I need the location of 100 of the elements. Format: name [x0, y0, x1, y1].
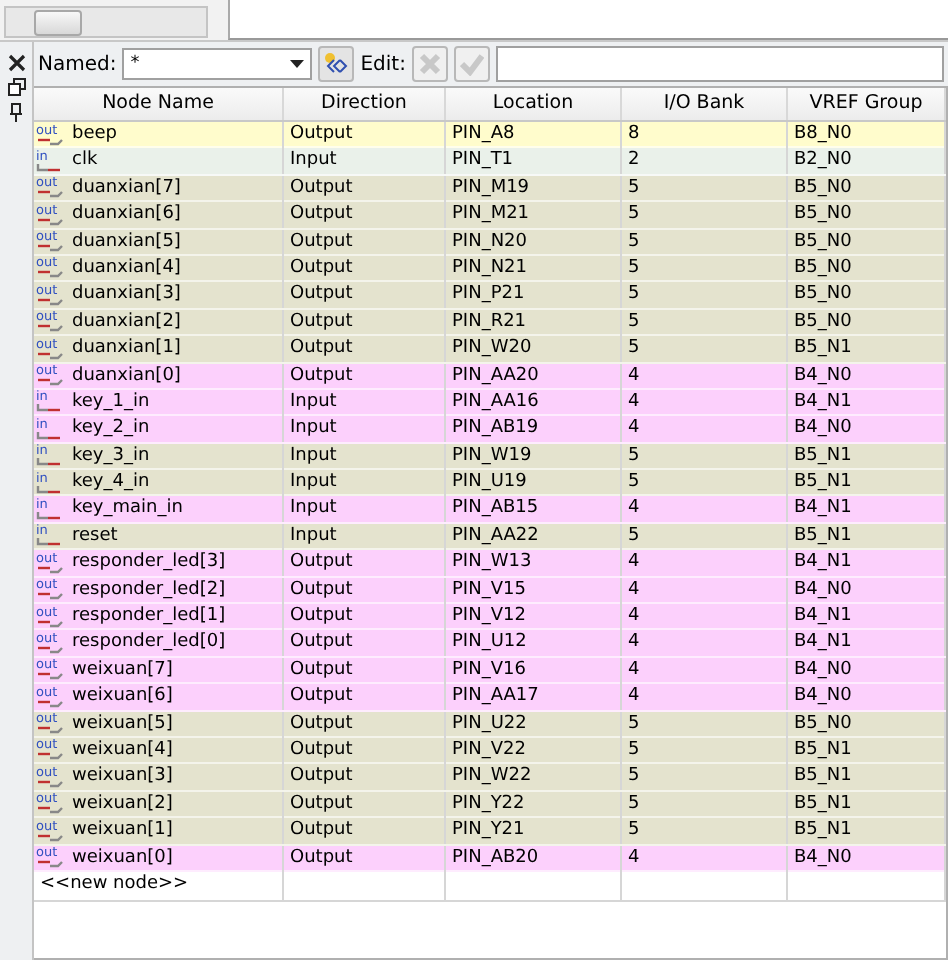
horizontal-scrollbar[interactable] — [4, 6, 208, 38]
table-cell: 4 — [622, 684, 788, 711]
input-pin-icon — [36, 509, 64, 522]
edit-label: Edit: — [360, 53, 406, 75]
table-cell: weixuan[0] — [72, 845, 173, 872]
output-pin-icon — [36, 376, 64, 389]
table-cell: PIN_W20 — [446, 336, 622, 363]
close-icon[interactable] — [7, 54, 25, 72]
column-header[interactable]: Direction — [284, 88, 446, 120]
edit-field[interactable] — [495, 46, 944, 82]
table-cell: B5_N0 — [788, 282, 946, 309]
table-cell: B4_N0 — [788, 684, 946, 711]
output-pin-icon — [36, 563, 64, 576]
output-pin-icon — [36, 188, 64, 201]
table-cell: Input — [284, 416, 446, 443]
pin-icon[interactable] — [8, 102, 24, 122]
table-cell: 5 — [622, 336, 788, 363]
table-cell: duanxian[1] — [72, 336, 181, 363]
output-pin-icon — [36, 670, 64, 683]
table-cell: 4 — [622, 416, 788, 443]
table-cell: reset — [72, 523, 118, 550]
restore-icon[interactable] — [7, 78, 25, 96]
scroll-thumb[interactable] — [34, 10, 82, 36]
table-cell: Output — [284, 764, 446, 791]
output-pin-icon — [36, 724, 64, 737]
new-node-cell[interactable]: <<new node>> — [34, 871, 284, 902]
table-cell: 4 — [622, 630, 788, 657]
output-pin-icon — [36, 590, 64, 603]
table-cell: duanxian[0] — [72, 363, 181, 390]
table-cell: PIN_W22 — [446, 764, 622, 791]
table-cell: Output — [284, 818, 446, 845]
table-cell: Output — [284, 550, 446, 577]
table-cell: B4_N0 — [788, 845, 946, 872]
table-cell: Output — [284, 630, 446, 657]
output-pin-icon — [36, 858, 64, 871]
table-cell: B4_N1 — [788, 496, 946, 523]
check-icon — [459, 52, 484, 76]
input-pin-icon — [36, 536, 64, 549]
table-cell: clk — [72, 148, 98, 175]
table-cell: PIN_AA17 — [446, 684, 622, 711]
table-cell: 5 — [622, 764, 788, 791]
table-cell: responder_led[3] — [72, 550, 226, 577]
table-cell: 2 — [622, 148, 788, 175]
table-cell: B5_N1 — [788, 764, 946, 791]
caret-icon — [290, 60, 305, 68]
table-cell: duanxian[2] — [72, 309, 181, 336]
table-cell: key_2_in — [72, 416, 150, 443]
output-pin-icon — [36, 242, 64, 255]
table-cell: weixuan[5] — [72, 711, 173, 738]
table-cell: PIN_AB19 — [446, 416, 622, 443]
table-cell: 4 — [622, 550, 788, 577]
output-pin-icon — [36, 268, 64, 281]
output-pin-icon — [36, 643, 64, 656]
output-pin-icon — [36, 322, 64, 335]
table-cell: Output — [284, 282, 446, 309]
table-cell: B5_N1 — [788, 336, 946, 363]
table-cell: B4_N1 — [788, 630, 946, 657]
table-cell: responder_led[1] — [72, 604, 226, 631]
cross-icon — [417, 52, 442, 76]
table-cell: B4_N1 — [788, 550, 946, 577]
output-pin-icon — [36, 215, 64, 228]
table-cell: PIN_AB15 — [446, 496, 622, 523]
output-pin-icon — [36, 349, 64, 362]
table-cell: Output — [284, 845, 446, 872]
column-header[interactable]: I/O Bank — [622, 88, 788, 120]
output-pin-icon — [36, 831, 64, 844]
table-cell: B5_N1 — [788, 818, 946, 845]
output-pin-icon — [36, 135, 64, 147]
table-cell: duanxian[5] — [72, 229, 181, 256]
column-header[interactable]: VREF Group — [788, 88, 946, 120]
output-pin-icon — [36, 804, 64, 817]
table-cell: PIN_AB20 — [446, 845, 622, 872]
column-header[interactable]: Location — [446, 88, 622, 120]
table-cell: weixuan[7] — [72, 657, 173, 684]
named-dropdown[interactable]: * — [122, 48, 313, 80]
table-cell: 5 — [622, 202, 788, 229]
table-cell: responder_led[0] — [72, 630, 226, 657]
table-cell: B4_N0 — [788, 416, 946, 443]
output-pin-icon — [36, 777, 64, 790]
table-cell: weixuan[1] — [72, 818, 173, 845]
table-cell: weixuan[2] — [72, 791, 173, 818]
table-cell: PIN_P21 — [446, 282, 622, 309]
column-header[interactable]: Node Name — [34, 88, 284, 120]
table-cell: duanxian[6] — [72, 202, 181, 229]
table-cell: key_4_in — [72, 470, 150, 497]
output-pin-icon — [36, 617, 64, 630]
table-cell: PIN_T1 — [446, 148, 622, 175]
find-button[interactable] — [318, 46, 355, 82]
table-cell: weixuan[6] — [72, 684, 173, 711]
output-pin-icon — [36, 697, 64, 710]
table-cell: PIN_Y21 — [446, 818, 622, 845]
table-cell: B5_N0 — [788, 202, 946, 229]
input-pin-icon — [36, 161, 64, 174]
table-cell: key_1_in — [72, 389, 150, 416]
input-pin-icon — [36, 456, 64, 469]
table-cell: duanxian[4] — [72, 255, 181, 282]
output-pin-icon — [36, 295, 64, 308]
table-cell: duanxian[3] — [72, 282, 181, 309]
double-arrow-icon — [322, 52, 351, 76]
table-cell: Input — [284, 496, 446, 523]
